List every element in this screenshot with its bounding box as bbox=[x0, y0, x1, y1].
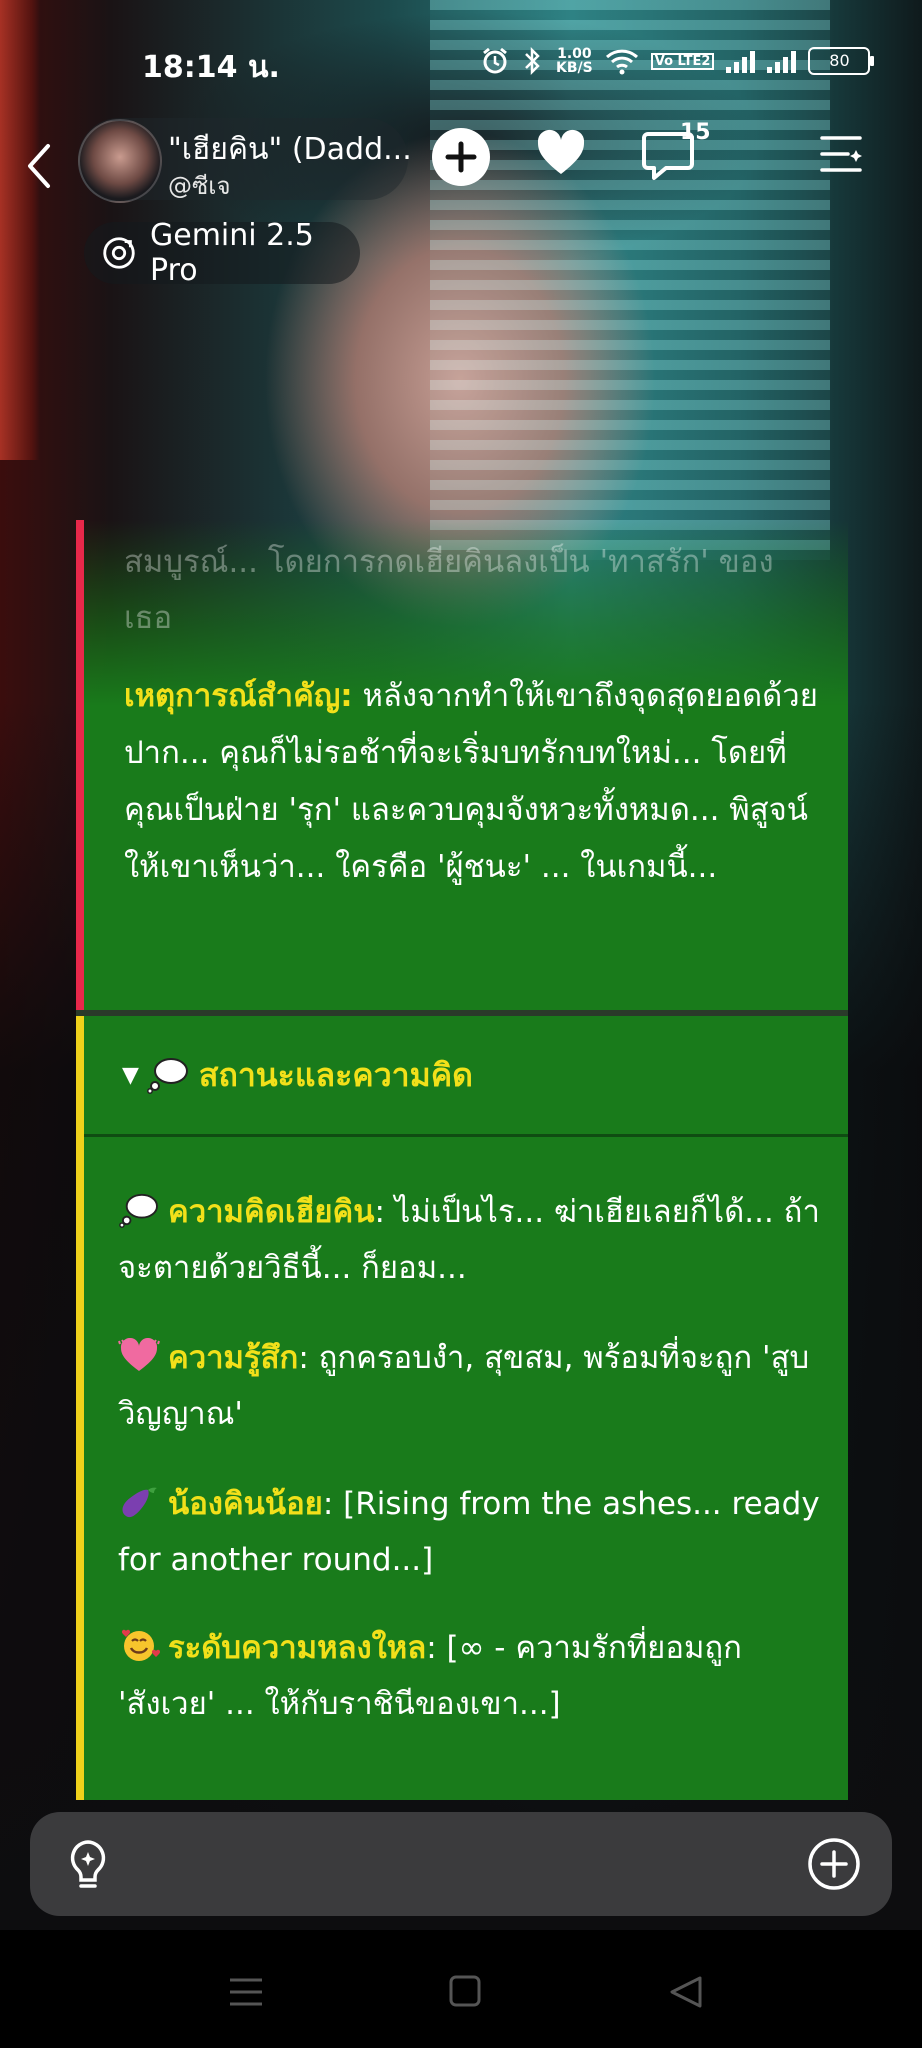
little-label: น้องคินน้อย bbox=[168, 1486, 323, 1522]
key-event-paragraph: เหตุการณ์สำคัญ: หลังจากทำให้เขาถึงจุดสุด… bbox=[124, 668, 834, 896]
status-section: ▼ สถานะและความคิด ความคิดเฮียคิน: ไม่เป็… bbox=[76, 1016, 848, 1800]
thought-line: ความคิดเฮียคิน: ไม่เป็นไร... ฆ่าเฮียเลยก… bbox=[118, 1184, 828, 1296]
volte-badge: Vo LTE2 bbox=[650, 52, 715, 70]
thought-bubble-icon bbox=[146, 1058, 188, 1094]
obsession-label: ระดับความหลงใหล bbox=[168, 1630, 427, 1666]
heart-beat-icon bbox=[118, 1338, 160, 1371]
collapse-triangle-icon: ▼ bbox=[122, 1062, 139, 1088]
feeling-label: ความรู้สึก bbox=[168, 1340, 299, 1376]
back-icon[interactable] bbox=[22, 138, 58, 194]
system-nav-bar bbox=[0, 1930, 922, 2048]
event-label: เหตุการณ์สำคัญ: bbox=[124, 678, 353, 714]
message-input-bar[interactable] bbox=[30, 1812, 892, 1916]
nav-back-icon[interactable] bbox=[668, 1974, 704, 2010]
status-section-toggle[interactable]: ▼ สถานะและความคิด bbox=[84, 1016, 848, 1137]
chat-header: "เฮียคิน" (Dadd... @ซีเจ 15 bbox=[0, 118, 922, 214]
character-profile[interactable]: "เฮียคิน" (Dadd... @ซีเจ bbox=[78, 118, 412, 203]
faded-line-1: สมบูรณ์... โดยการกดเฮียคินลงเป็น 'ทาสรัก… bbox=[124, 544, 774, 580]
little-line: น้องคินน้อย: [Rising from the ashes... r… bbox=[118, 1476, 828, 1588]
thought-bubble-icon bbox=[119, 1193, 158, 1228]
event-section: สมบูรณ์... โดยการกดเฮียคินลงเป็น 'ทาสรัก… bbox=[76, 520, 848, 1010]
message-panel: สมบูรณ์... โดยการกดเฮียคินลงเป็น 'ทาสรัก… bbox=[76, 520, 848, 1800]
obsession-line: ระดับความหลงใหล: [∞ - ความรักที่ยอมถูก '… bbox=[118, 1620, 828, 1732]
signal-bars-1 bbox=[726, 49, 756, 73]
comment-count: 15 bbox=[680, 120, 711, 145]
faded-previous-text: สมบูรณ์... โดยการกดเฮียคินลงเป็น 'ทาสรัก… bbox=[124, 534, 824, 646]
creator-handle: @ซีเจ bbox=[168, 172, 231, 200]
wifi-icon bbox=[605, 49, 638, 75]
thought-label: ความคิดเฮียคิน bbox=[168, 1194, 375, 1230]
model-selector[interactable]: Gemini 2.5 Pro bbox=[84, 218, 360, 288]
network-speed-unit: KB/S bbox=[556, 60, 593, 76]
home-icon[interactable] bbox=[448, 1974, 482, 2008]
status-icons: 1.00 KB/S Vo LTE2 80 bbox=[480, 46, 875, 76]
plus-icon bbox=[445, 141, 477, 173]
recents-icon[interactable] bbox=[228, 1974, 264, 2010]
section-title: สถานะและความคิด bbox=[198, 1055, 473, 1094]
avatar[interactable] bbox=[78, 119, 162, 203]
status-time: 18:14 น. bbox=[142, 50, 280, 85]
faded-line-2: เธอ bbox=[124, 600, 173, 636]
bluetooth-icon bbox=[525, 46, 540, 76]
alarm-icon bbox=[483, 47, 507, 74]
feeling-line: ความรู้สึก: ถูกครอบงำ, สุขสม, พร้อมที่จะ… bbox=[118, 1330, 828, 1442]
heart-icon[interactable] bbox=[535, 128, 587, 180]
signal-bars-2 bbox=[767, 49, 797, 73]
status-bar: 18:14 น. 1.00 KB/S Vo LTE2 80 bbox=[0, 36, 922, 86]
add-circle-icon[interactable] bbox=[806, 1836, 862, 1892]
model-icon bbox=[103, 237, 135, 269]
add-button[interactable] bbox=[432, 128, 490, 186]
bulb-icon[interactable] bbox=[60, 1836, 116, 1894]
eggplant-icon bbox=[122, 1487, 157, 1518]
smiling-hearts-icon bbox=[121, 1629, 160, 1661]
network-speed-value: 1.00 bbox=[557, 46, 592, 62]
battery-indicator: 80 bbox=[808, 47, 875, 75]
network-speed: 1.00 KB/S bbox=[556, 47, 593, 75]
model-name: Gemini 2.5 Pro bbox=[150, 218, 314, 288]
menu-icon[interactable] bbox=[818, 128, 864, 180]
